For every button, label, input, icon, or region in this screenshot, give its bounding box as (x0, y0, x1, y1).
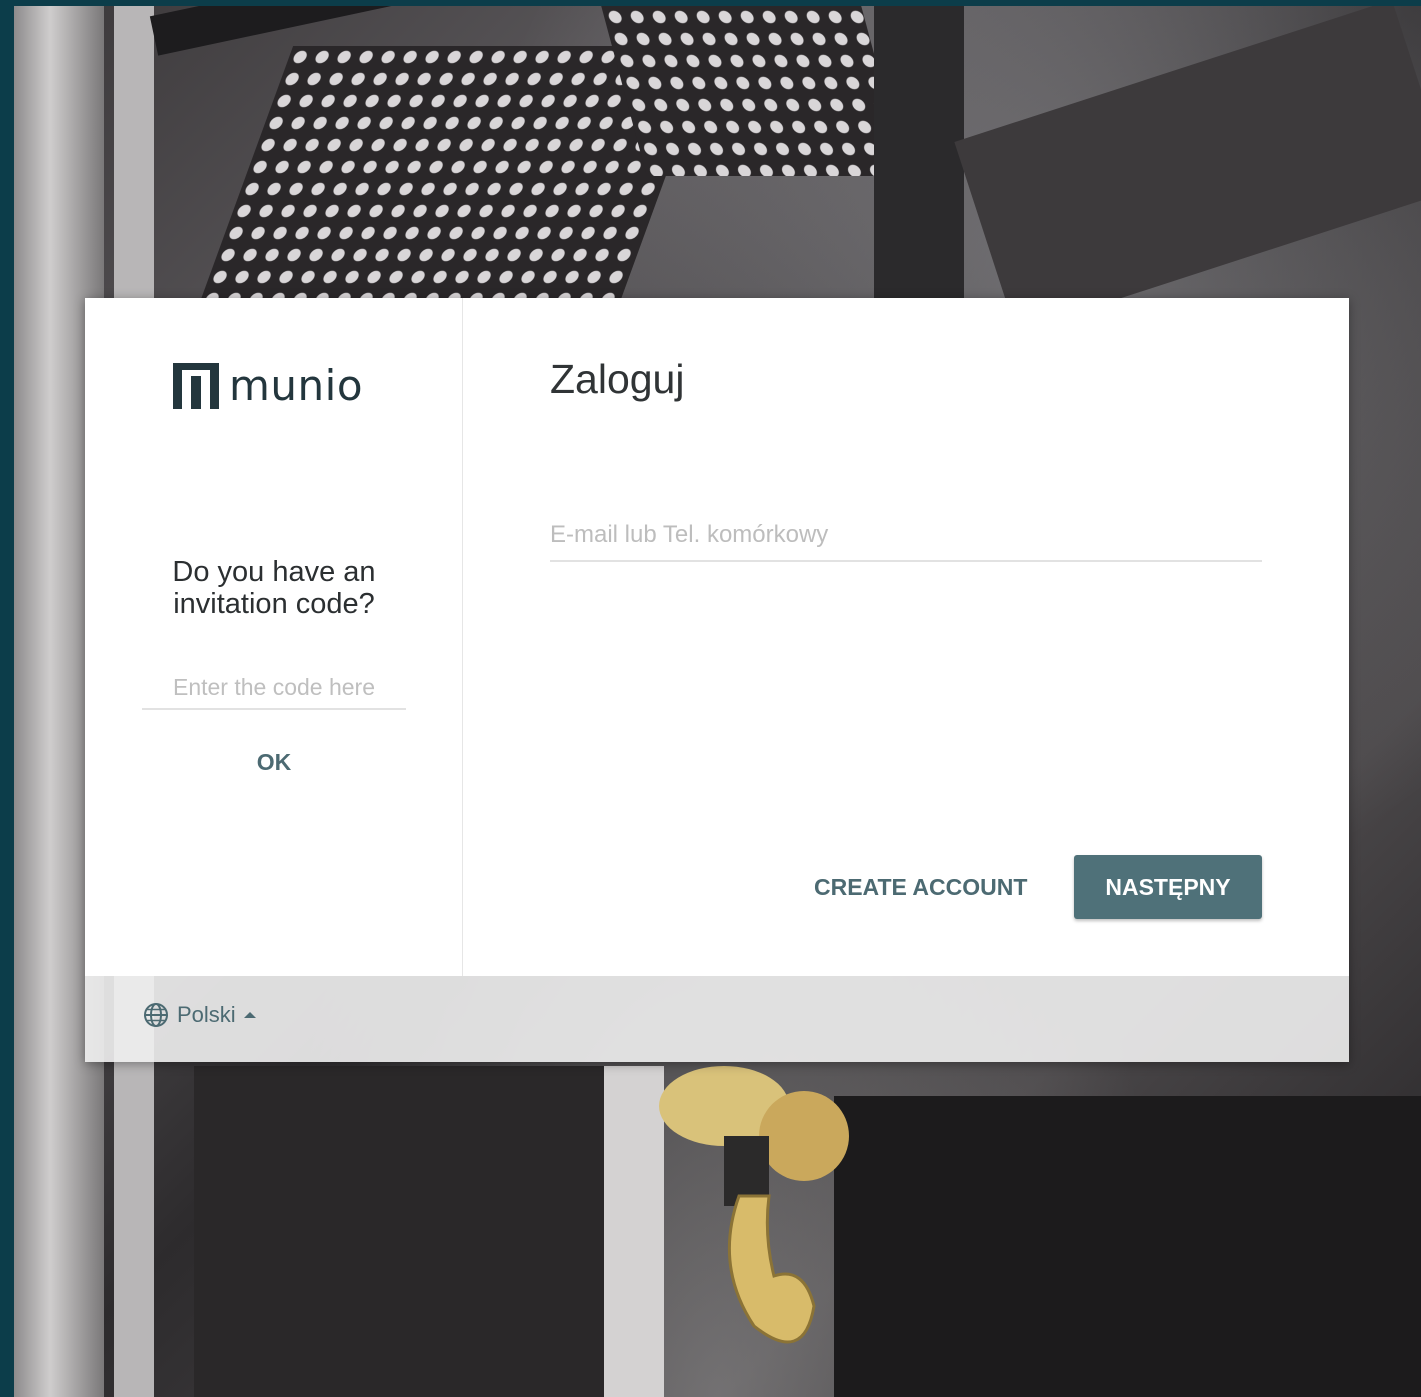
card-footer: Polski (85, 976, 1349, 1062)
login-title: Zaloguj (550, 356, 685, 402)
email-or-phone-input[interactable] (550, 510, 1262, 562)
invitation-ok-button[interactable]: OK (224, 742, 324, 782)
steel-structure-lower-right (834, 1096, 1421, 1397)
language-selector[interactable]: Polski (143, 1002, 256, 1028)
login-panel: Zaloguj CREATE ACCOUNT NASTĘPNY (463, 298, 1349, 976)
login-card: munio Do you have an invitation code? OK… (85, 298, 1349, 1062)
create-account-button[interactable]: CREATE ACCOUNT (798, 863, 1043, 911)
invitation-code-input[interactable] (142, 666, 406, 710)
munio-logo: munio (173, 363, 363, 409)
invitation-heading-line1: Do you have an (172, 556, 376, 588)
crane-hook-icon (659, 1066, 849, 1344)
globe-icon (144, 1003, 168, 1027)
caret-up-icon (243, 1012, 256, 1018)
steel-structure-lower (194, 1066, 614, 1397)
next-button[interactable]: NASTĘPNY (1074, 855, 1262, 919)
steel-beam-3 (954, 6, 1421, 333)
login-card-body: munio Do you have an invitation code? OK… (85, 298, 1349, 976)
invitation-panel: munio Do you have an invitation code? OK (85, 298, 463, 976)
invitation-heading: Do you have an invitation code? (85, 556, 463, 620)
invitation-heading-line2: invitation code? (173, 588, 375, 620)
language-label: Polski (177, 1002, 236, 1027)
brand-name: munio (229, 361, 364, 410)
munio-logo-icon (173, 363, 219, 409)
steel-mesh-grating-2 (601, 6, 907, 176)
